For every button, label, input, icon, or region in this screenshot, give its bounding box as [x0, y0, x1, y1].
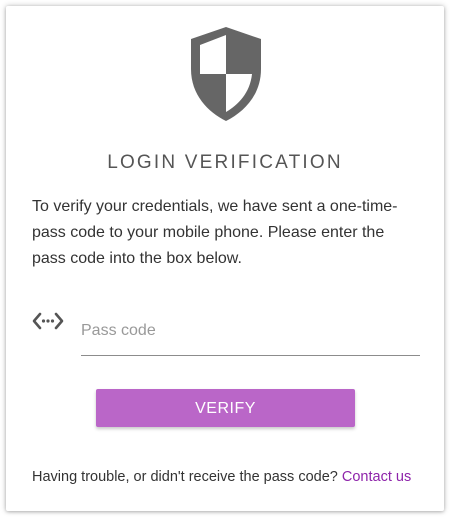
- pass-code-field: [81, 314, 420, 356]
- verify-button[interactable]: VERIFY: [96, 389, 355, 427]
- code-icon: [32, 312, 64, 330]
- help-footer: Having trouble, or didn't receive the pa…: [32, 469, 432, 485]
- shield-icon: [191, 27, 261, 121]
- pass-code-input[interactable]: [81, 314, 420, 348]
- instructions-text: To verify your credentials, we have sent…: [32, 198, 398, 267]
- contact-us-link[interactable]: Contact us: [342, 469, 411, 485]
- login-verification-card: LOGIN VERIFICATION To verify your creden…: [6, 6, 444, 511]
- help-text: Having trouble, or didn't receive the pa…: [32, 469, 338, 485]
- page-title: LOGIN VERIFICATION: [107, 152, 343, 173]
